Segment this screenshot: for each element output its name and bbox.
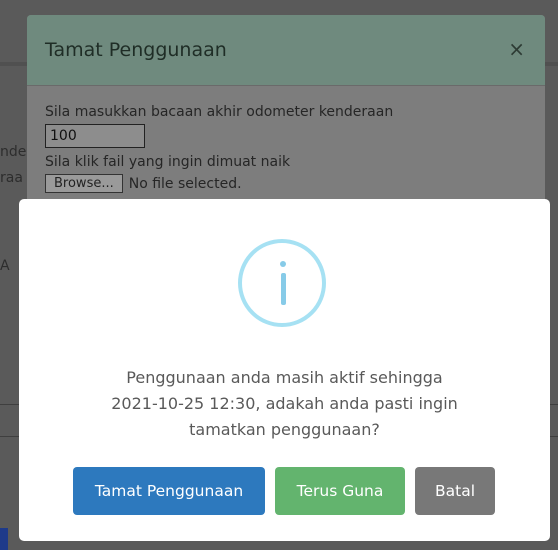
- background-button-fragment: [0, 528, 8, 550]
- file-status-text: No file selected.: [128, 175, 242, 192]
- odometer-label: Sila masukkan bacaan akhir odometer kend…: [45, 104, 394, 120]
- close-icon[interactable]: ×: [508, 37, 525, 61]
- odometer-input[interactable]: [45, 124, 145, 148]
- info-icon-bar: [280, 273, 286, 305]
- background-text-fragment: raa: [0, 170, 23, 186]
- background-text-fragment: nde: [0, 144, 27, 160]
- info-icon-dot: [280, 261, 286, 267]
- browse-button[interactable]: Browse...: [45, 174, 123, 193]
- file-upload-label: Sila klik fail yang ingin dimuat naik: [45, 154, 291, 170]
- dialog-message: Penggunaan anda masih aktif sehingga 202…: [111, 368, 458, 439]
- end-usage-modal: Tamat Penggunaan × Sila masukkan bacaan …: [27, 15, 545, 215]
- modal-title: Tamat Penggunaan: [45, 39, 227, 61]
- confirm-dialog: Penggunaan anda masih aktif sehingga 202…: [19, 199, 550, 541]
- background-text-fragment: A: [0, 258, 10, 274]
- modal-header: Tamat Penggunaan ×: [27, 15, 545, 86]
- modal-body: Sila masukkan bacaan akhir odometer kend…: [27, 86, 545, 211]
- cancel-button[interactable]: Batal: [415, 467, 495, 515]
- continue-usage-button[interactable]: Terus Guna: [275, 467, 405, 515]
- info-icon: [238, 239, 326, 327]
- file-upload-field: Browse... No file selected.: [45, 174, 527, 193]
- end-usage-button[interactable]: Tamat Penggunaan: [73, 467, 265, 515]
